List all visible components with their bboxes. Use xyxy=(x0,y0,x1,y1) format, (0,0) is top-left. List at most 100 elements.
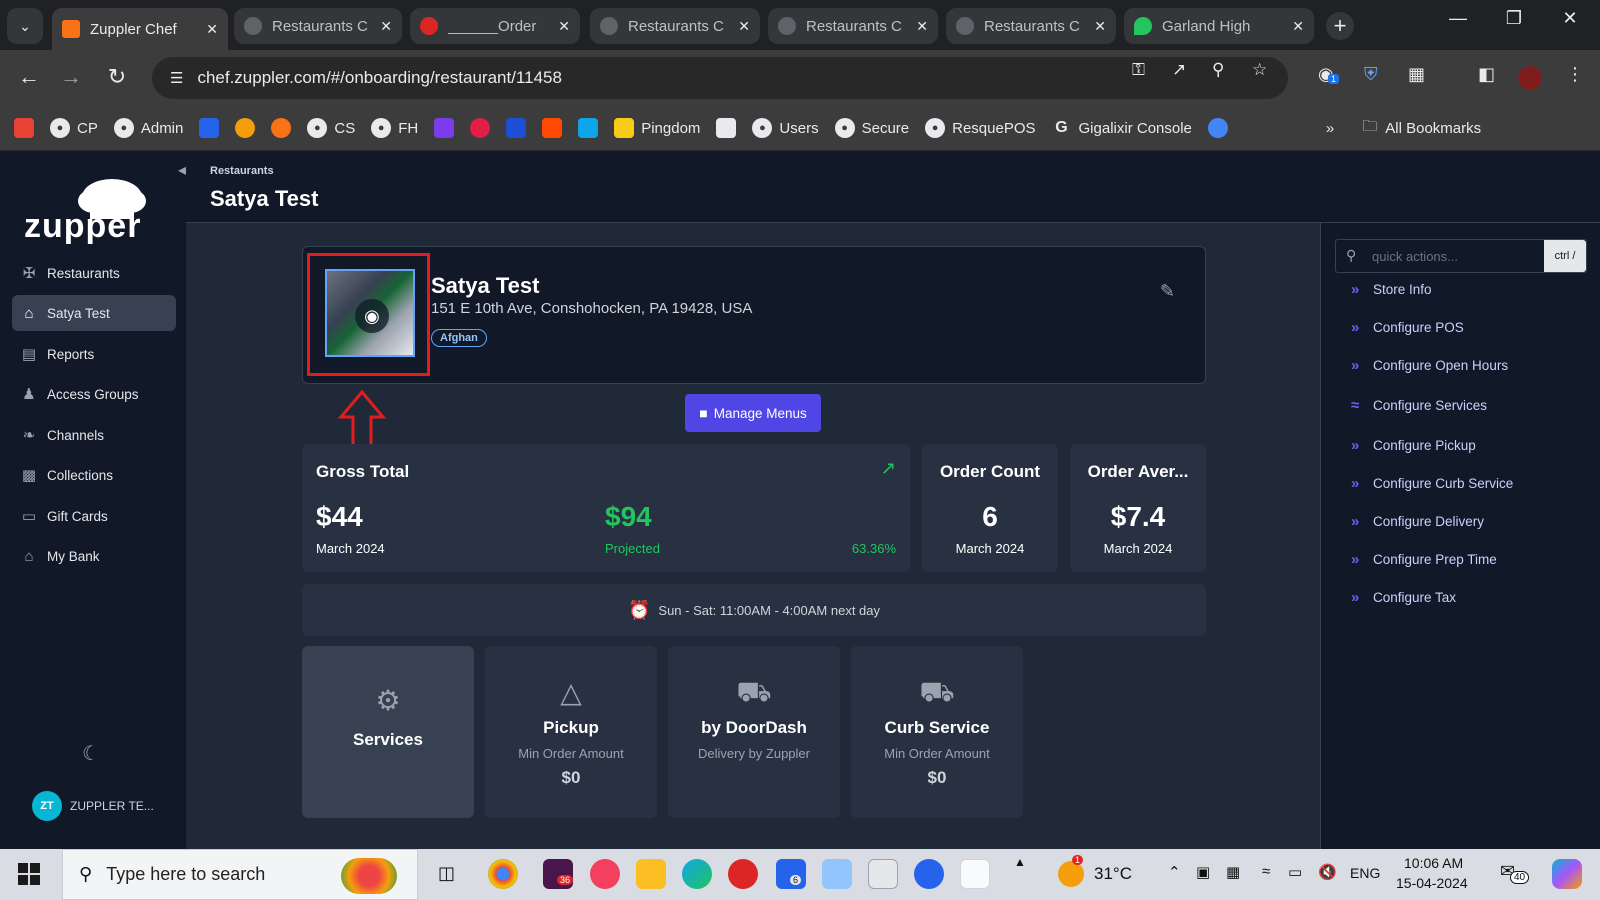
close-icon[interactable]: ✕ xyxy=(206,21,218,38)
bookmark-fh[interactable]: ● FH xyxy=(371,118,418,138)
sidebar-item-satya-test[interactable]: ⌂ Satya Test xyxy=(12,295,176,331)
bookmark-pingdom[interactable]: Pingdom xyxy=(614,118,700,138)
file-explorer-icon[interactable] xyxy=(636,859,666,889)
quick-action-configure-tax[interactable]: » Configure Tax xyxy=(1351,589,1456,606)
bookmark-paypal[interactable] xyxy=(716,118,737,138)
quick-actions-search[interactable]: ⚲ quick actions... ctrl / xyxy=(1335,239,1587,273)
volume-icon[interactable]: 🔇 xyxy=(1318,863,1337,881)
taskbar-search-box[interactable]: ⚲ Type here to search xyxy=(62,849,418,900)
edge-icon[interactable] xyxy=(682,859,712,889)
task-view-icon[interactable]: ◫ xyxy=(438,863,455,884)
quick-action-configure-prep-time[interactable]: » Configure Prep Time xyxy=(1351,551,1497,568)
extension-icon[interactable]: ◉ 1 xyxy=(1318,64,1340,85)
bookmarks-overflow[interactable]: » xyxy=(1326,120,1334,137)
services-tile[interactable]: ⚙ Services xyxy=(302,646,474,818)
quick-action-configure-curb-service[interactable]: » Configure Curb Service xyxy=(1351,475,1513,492)
chrome-icon[interactable] xyxy=(488,859,518,889)
quick-action-configure-pickup[interactable]: » Configure Pickup xyxy=(1351,437,1476,454)
star-icon[interactable]: ☆ xyxy=(1252,60,1267,80)
bookmark-users[interactable]: ● Users xyxy=(752,118,819,138)
reload-button[interactable]: ↻ xyxy=(102,64,132,90)
vscode-icon[interactable]: 6 xyxy=(776,859,806,889)
back-button[interactable]: ← xyxy=(14,64,44,90)
close-icon[interactable]: ✕ xyxy=(1292,18,1304,35)
edit-pencil-icon[interactable]: ✎ xyxy=(1160,281,1175,302)
paint-icon[interactable] xyxy=(868,859,898,889)
bookmark-assistant[interactable] xyxy=(1207,118,1228,138)
all-bookmarks[interactable]: 🗀 All Bookmarks xyxy=(1362,116,1481,141)
blank-app-icon[interactable] xyxy=(960,859,990,889)
bookmark-help[interactable] xyxy=(470,118,491,138)
key-icon[interactable]: ⚿ xyxy=(1132,60,1145,80)
windows-start-icon[interactable] xyxy=(18,863,40,885)
sidebar-item-restaurants[interactable]: ✠ Restaurants xyxy=(12,255,176,291)
manage-menus-button[interactable]: ■ Manage Menus xyxy=(685,394,821,432)
bookmark-gmail[interactable] xyxy=(14,118,34,138)
bookmark-heroku[interactable] xyxy=(434,118,455,138)
bookmark-pos[interactable] xyxy=(199,118,220,138)
quick-action-store-info[interactable]: » Store Info xyxy=(1351,281,1432,298)
user-menu[interactable]: ZT ZUPPLER TE... xyxy=(32,791,154,821)
temperature[interactable]: 31°C xyxy=(1094,864,1132,884)
site-info-icon[interactable]: ☰ xyxy=(170,69,183,87)
close-icon[interactable]: ✕ xyxy=(738,18,750,35)
tab-restaurants-1[interactable]: Restaurants C ✕ xyxy=(234,8,402,44)
zuppler-logo[interactable]: zupper xyxy=(22,169,162,258)
restore-button[interactable]: ❐ xyxy=(1494,8,1534,29)
weather-icon[interactable]: 1 xyxy=(1058,855,1084,887)
curb-service-tile[interactable]: ⛟ Curb Service Min Order Amount $0 xyxy=(851,646,1023,818)
shield-icon[interactable]: ⛨ xyxy=(1364,64,1378,85)
tray-expand-icon[interactable]: ⌃ xyxy=(1168,863,1181,881)
tab-restaurants-3[interactable]: Restaurants C ✕ xyxy=(768,8,938,44)
moon-icon[interactable]: ☾ xyxy=(82,741,100,766)
tab-zuppler-chef[interactable]: Zuppler Chef ✕ xyxy=(52,8,228,50)
close-icon[interactable]: ✕ xyxy=(380,18,392,35)
bookmark-resquepos[interactable]: ● ResquePOS xyxy=(925,118,1036,138)
sidebar-item-channels[interactable]: ❧ Channels xyxy=(12,417,176,453)
window-app-icon[interactable] xyxy=(822,859,852,889)
copilot-icon[interactable] xyxy=(1552,859,1582,889)
quick-action-configure-pos[interactable]: » Configure POS xyxy=(1351,319,1464,336)
forward-button[interactable]: → xyxy=(56,64,86,90)
clock-date[interactable]: 15-04-2024 xyxy=(1396,875,1468,891)
meet-icon[interactable]: ▣ xyxy=(1196,863,1210,881)
bookmark-cp[interactable]: ● CP xyxy=(50,118,98,138)
sidepanel-icon[interactable]: ◧ xyxy=(1478,64,1495,85)
breadcrumb[interactable]: Restaurants xyxy=(210,165,274,177)
sidebar-item-collections[interactable]: ▩ Collections xyxy=(12,457,176,493)
tab-restaurants-4[interactable]: Restaurants C ✕ xyxy=(946,8,1116,44)
bookmark-secure[interactable]: ● Secure xyxy=(834,118,909,138)
bookmark-ole[interactable] xyxy=(271,118,292,138)
slack-icon[interactable]: 36 xyxy=(543,859,574,889)
opera-icon[interactable] xyxy=(728,859,758,889)
battery-icon[interactable]: ▭ xyxy=(1288,863,1302,881)
wifi-icon[interactable]: ≈ xyxy=(1262,863,1270,880)
minimize-button[interactable]: — xyxy=(1438,8,1478,29)
chevron-up-icon[interactable]: ▲ xyxy=(1014,855,1026,869)
bookmark-cs[interactable]: ● CS xyxy=(307,118,355,138)
screenshot-icon[interactable]: ▦ xyxy=(1226,863,1240,881)
quick-action-configure-open-hours[interactable]: » Configure Open Hours xyxy=(1351,357,1508,374)
close-window-button[interactable]: ✕ xyxy=(1550,8,1590,29)
address-bar[interactable]: ☰ chef.zuppler.com/#/onboarding/restaura… xyxy=(152,57,1288,99)
clock-time[interactable]: 10:06 AM xyxy=(1404,855,1463,871)
profile-avatar[interactable] xyxy=(1518,66,1542,90)
tab-order[interactable]: ______Order ✕ xyxy=(410,8,580,44)
sidebar-item-reports[interactable]: ▤ Reports xyxy=(12,336,176,372)
close-icon[interactable]: ✕ xyxy=(1094,18,1106,35)
bookmark-gigalixir[interactable]: G Gigalixir Console xyxy=(1052,118,1192,138)
close-icon[interactable]: ✕ xyxy=(916,18,928,35)
zoom-icon[interactable]: ⚲ xyxy=(1212,60,1224,80)
close-icon[interactable]: ✕ xyxy=(558,18,570,35)
asana-icon[interactable] xyxy=(590,859,620,889)
doordash-tile[interactable]: ⛟ by DoorDash Delivery by Zuppler xyxy=(668,646,840,818)
bookmark-zapier[interactable] xyxy=(542,118,563,138)
language-indicator[interactable]: ENG xyxy=(1350,865,1380,881)
bookmark-admin[interactable]: ● Admin xyxy=(113,118,183,138)
open-external-icon[interactable]: ↗ xyxy=(1172,60,1186,80)
bookmark-color[interactable] xyxy=(235,118,256,138)
kebab-menu-icon[interactable]: ⋮ xyxy=(1566,64,1584,85)
bookmark-b[interactable] xyxy=(506,118,527,138)
sidebar-item-my-bank[interactable]: ⌂ My Bank xyxy=(12,538,176,574)
bookmark-blocks[interactable] xyxy=(578,118,599,138)
